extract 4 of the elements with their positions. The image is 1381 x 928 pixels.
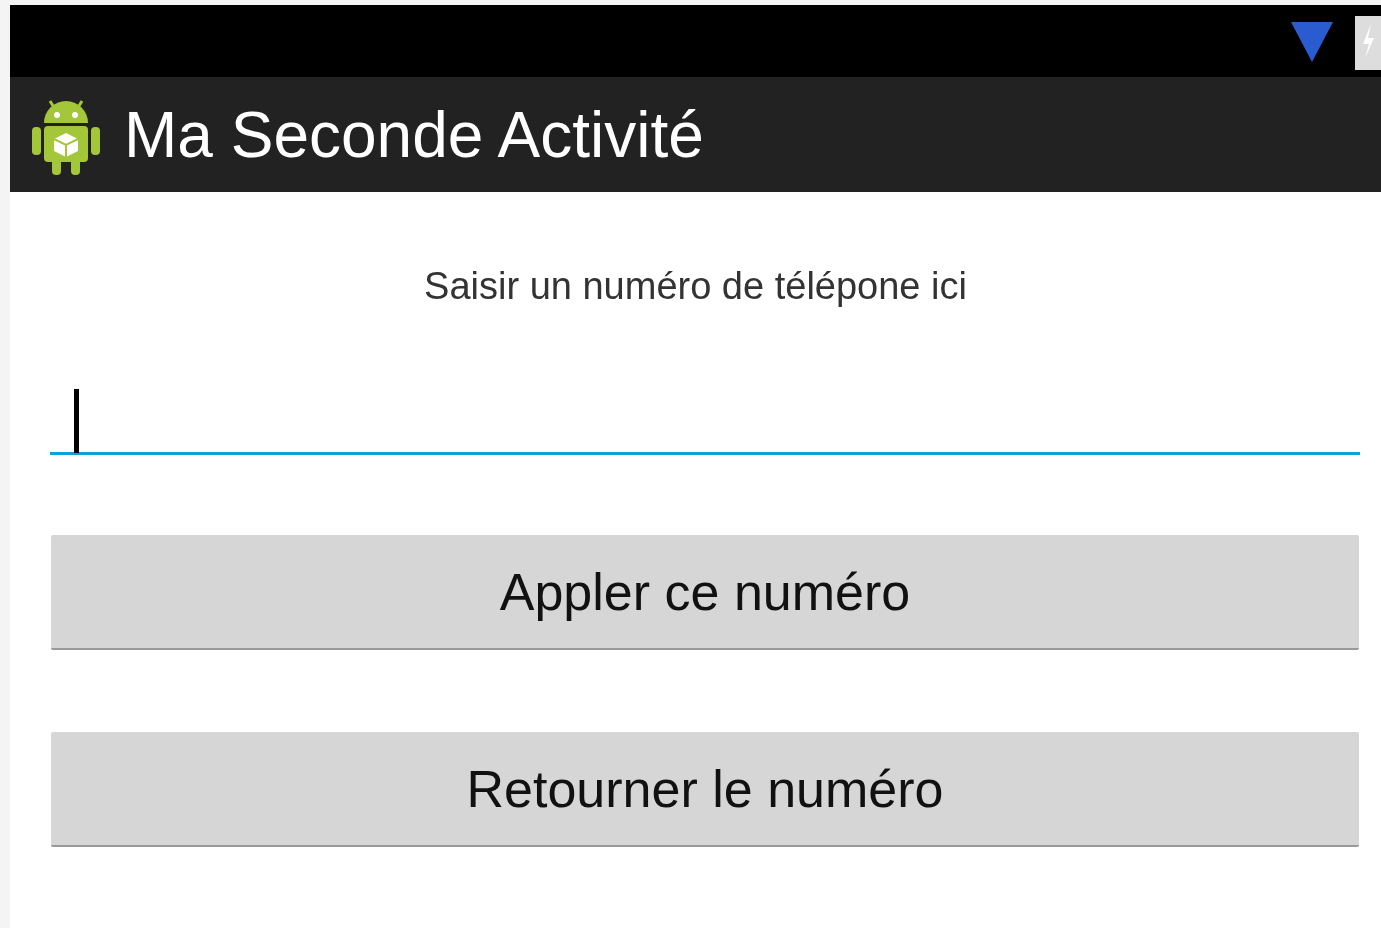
app-title: Ma Seconde Activité — [124, 102, 704, 167]
return-button[interactable]: Retourner le numéro — [51, 732, 1359, 847]
call-button[interactable]: Appler ce numéro — [51, 535, 1359, 650]
field-label: Saisir un numéro de télépone ici — [423, 264, 968, 309]
